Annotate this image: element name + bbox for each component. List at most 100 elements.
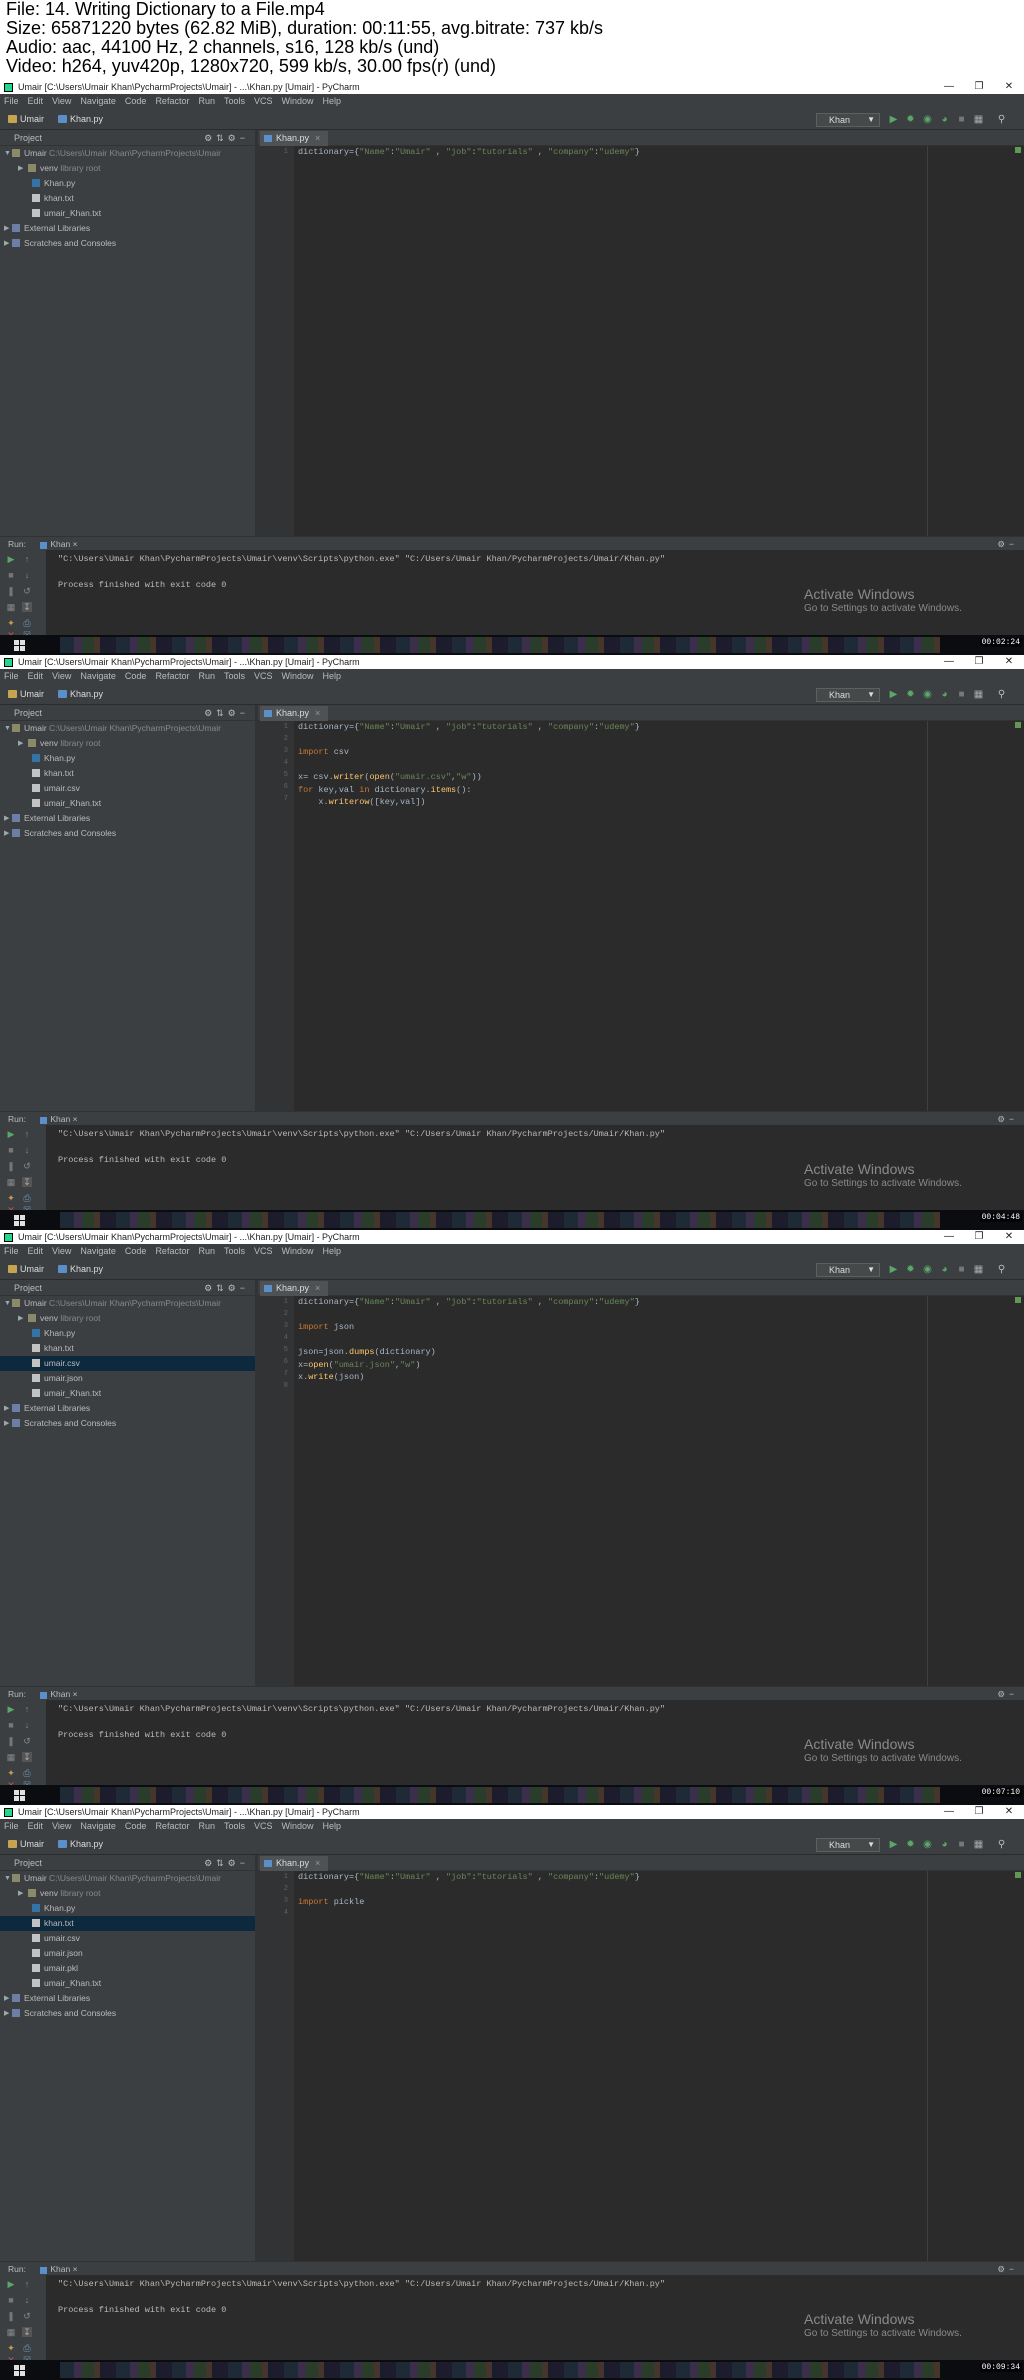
- pin-icon[interactable]: ✦: [6, 618, 16, 628]
- code-line[interactable]: import json: [294, 1321, 1024, 1334]
- chevron-icon[interactable]: ▼: [4, 721, 12, 736]
- profile-icon[interactable]: ◕: [939, 689, 950, 700]
- code-line[interactable]: x.write(json): [294, 1371, 1024, 1384]
- layout-icon[interactable]: ▦: [973, 1264, 984, 1275]
- close-tab-icon[interactable]: ×: [73, 1689, 78, 1699]
- close-tab-icon[interactable]: ×: [73, 2264, 78, 2274]
- close-tab-icon[interactable]: ×: [315, 1858, 320, 1868]
- maximize-icon[interactable]: ❐: [964, 655, 994, 669]
- breadcrumb-file[interactable]: Khan.py: [58, 113, 103, 126]
- menu-edit[interactable]: Edit: [28, 96, 44, 106]
- menu-navigate[interactable]: Navigate: [80, 1246, 116, 1256]
- run-tab[interactable]: Khan ×: [40, 1689, 77, 1699]
- code-line[interactable]: [294, 1309, 1024, 1322]
- search-icon[interactable]: ⚲: [996, 1839, 1007, 1850]
- stop-icon[interactable]: ■: [6, 1720, 16, 1730]
- tree-venv[interactable]: ▶ venv library root: [0, 1886, 255, 1901]
- gear-icon[interactable]: ⚙−: [997, 1687, 1018, 1701]
- soft-wrap-icon[interactable]: ↺: [22, 2311, 32, 2321]
- run-config-select[interactable]: Khan ▼: [816, 1838, 880, 1852]
- menu-edit[interactable]: Edit: [28, 1821, 44, 1831]
- scroll-to-end-icon[interactable]: ↧: [22, 602, 32, 612]
- breadcrumb-project[interactable]: Umair: [8, 1838, 44, 1851]
- chevron-icon[interactable]: ▶: [4, 1401, 12, 1416]
- chevron-icon[interactable]: ▶: [4, 2006, 12, 2021]
- menu-refactor[interactable]: Refactor: [155, 671, 189, 681]
- code-line[interactable]: [294, 1384, 1024, 1397]
- code-line[interactable]: dictionary={"Name":"Umair" , "job":"tuto…: [294, 721, 1024, 734]
- code-editor[interactable]: dictionary={"Name":"Umair" , "job":"tuto…: [294, 1296, 1024, 1686]
- close-tab-icon[interactable]: ×: [315, 133, 320, 143]
- tree-file[interactable]: umair_Khan.txt: [0, 1386, 255, 1401]
- close-icon[interactable]: ✕: [994, 1805, 1024, 1819]
- menu-window[interactable]: Window: [282, 1246, 314, 1256]
- tree-scratches[interactable]: ▶ Scratches and Consoles: [0, 826, 255, 841]
- tree-scratches[interactable]: ▶ Scratches and Consoles: [0, 2006, 255, 2021]
- chevron-icon[interactable]: ▶: [4, 1416, 12, 1431]
- menu-refactor[interactable]: Refactor: [155, 1821, 189, 1831]
- code-line[interactable]: dictionary={"Name":"Umair" , "job":"tuto…: [294, 1296, 1024, 1309]
- code-line[interactable]: [294, 1884, 1024, 1897]
- debug-icon[interactable]: ✹: [905, 689, 916, 700]
- chevron-icon[interactable]: ▼: [4, 146, 12, 161]
- rerun-icon[interactable]: ▶: [6, 1704, 16, 1714]
- breadcrumb-project[interactable]: Umair: [8, 113, 44, 126]
- run-tab[interactable]: Khan ×: [40, 2264, 77, 2274]
- debug-icon[interactable]: ✹: [905, 114, 916, 125]
- menu-vcs[interactable]: VCS: [254, 1246, 273, 1256]
- menu-help[interactable]: Help: [323, 671, 342, 681]
- tree-venv[interactable]: ▶ venv library root: [0, 736, 255, 751]
- scroll-up-icon[interactable]: ↑: [22, 554, 32, 564]
- menu-help[interactable]: Help: [323, 1821, 342, 1831]
- menu-code[interactable]: Code: [125, 671, 147, 681]
- menu-code[interactable]: Code: [125, 1246, 147, 1256]
- code-editor[interactable]: dictionary={"Name":"Umair" , "job":"tuto…: [294, 1871, 1024, 2261]
- print-icon[interactable]: ⎙: [22, 1193, 32, 1203]
- menu-tools[interactable]: Tools: [224, 671, 245, 681]
- scroll-down-icon[interactable]: ↓: [22, 2295, 32, 2305]
- menu-window[interactable]: Window: [282, 1821, 314, 1831]
- menu-file[interactable]: File: [4, 1246, 19, 1256]
- scroll-up-icon[interactable]: ↑: [22, 1129, 32, 1139]
- run-config-select[interactable]: Khan ▼: [816, 688, 880, 702]
- menu-navigate[interactable]: Navigate: [80, 671, 116, 681]
- minimize-icon[interactable]: —: [934, 1805, 964, 1819]
- layout-icon[interactable]: ▦: [6, 1177, 16, 1187]
- coverage-icon[interactable]: ◉: [922, 1839, 933, 1850]
- gear-icon[interactable]: ⚙−: [997, 1112, 1018, 1126]
- menu-run[interactable]: Run: [198, 96, 215, 106]
- menu-run[interactable]: Run: [198, 1246, 215, 1256]
- tree-file[interactable]: khan.txt: [0, 766, 255, 781]
- menu-window[interactable]: Window: [282, 96, 314, 106]
- tree-root[interactable]: ▼ Umair C:\Users\Umair Khan\PycharmProjec…: [0, 146, 255, 161]
- layout-icon[interactable]: ▦: [973, 1839, 984, 1850]
- breadcrumb-file[interactable]: Khan.py: [58, 1838, 103, 1851]
- rerun-icon[interactable]: ▶: [6, 1129, 16, 1139]
- gear-icon[interactable]: ⚙⇅⚙−: [204, 1855, 249, 1871]
- code-line[interactable]: [294, 1334, 1024, 1347]
- menu-code[interactable]: Code: [125, 1821, 147, 1831]
- scroll-to-end-icon[interactable]: ↧: [22, 2327, 32, 2337]
- stop-icon[interactable]: ■: [6, 2295, 16, 2305]
- taskbar-apps[interactable]: [60, 1787, 940, 1803]
- run-icon[interactable]: ▶: [888, 1839, 899, 1850]
- scroll-down-icon[interactable]: ↓: [22, 1720, 32, 1730]
- tree-file[interactable]: umair.json: [0, 1946, 255, 1961]
- gear-icon[interactable]: ⚙−: [997, 537, 1018, 551]
- tab-khan-py[interactable]: Khan.py ×: [260, 1856, 329, 1871]
- menu-tools[interactable]: Tools: [224, 1246, 245, 1256]
- tree-scratches[interactable]: ▶ Scratches and Consoles: [0, 236, 255, 251]
- chevron-icon[interactable]: ▶: [4, 236, 12, 251]
- menu-run[interactable]: Run: [198, 671, 215, 681]
- print-icon[interactable]: ⎙: [22, 2343, 32, 2353]
- print-icon[interactable]: ⎙: [22, 618, 32, 628]
- scroll-down-icon[interactable]: ↓: [22, 1145, 32, 1155]
- tree-scratches[interactable]: ▶ Scratches and Consoles: [0, 1416, 255, 1431]
- breadcrumb-file[interactable]: Khan.py: [58, 1263, 103, 1276]
- code-line[interactable]: for key,val in dictionary.items():: [294, 784, 1024, 797]
- close-tab-icon[interactable]: ×: [73, 1114, 78, 1124]
- code-editor[interactable]: dictionary={"Name":"Umair" , "job":"tuto…: [294, 146, 1024, 536]
- windows-start-icon[interactable]: [14, 640, 25, 651]
- pause-icon[interactable]: ❚: [6, 1736, 16, 1746]
- run-config-select[interactable]: Khan ▼: [816, 1263, 880, 1277]
